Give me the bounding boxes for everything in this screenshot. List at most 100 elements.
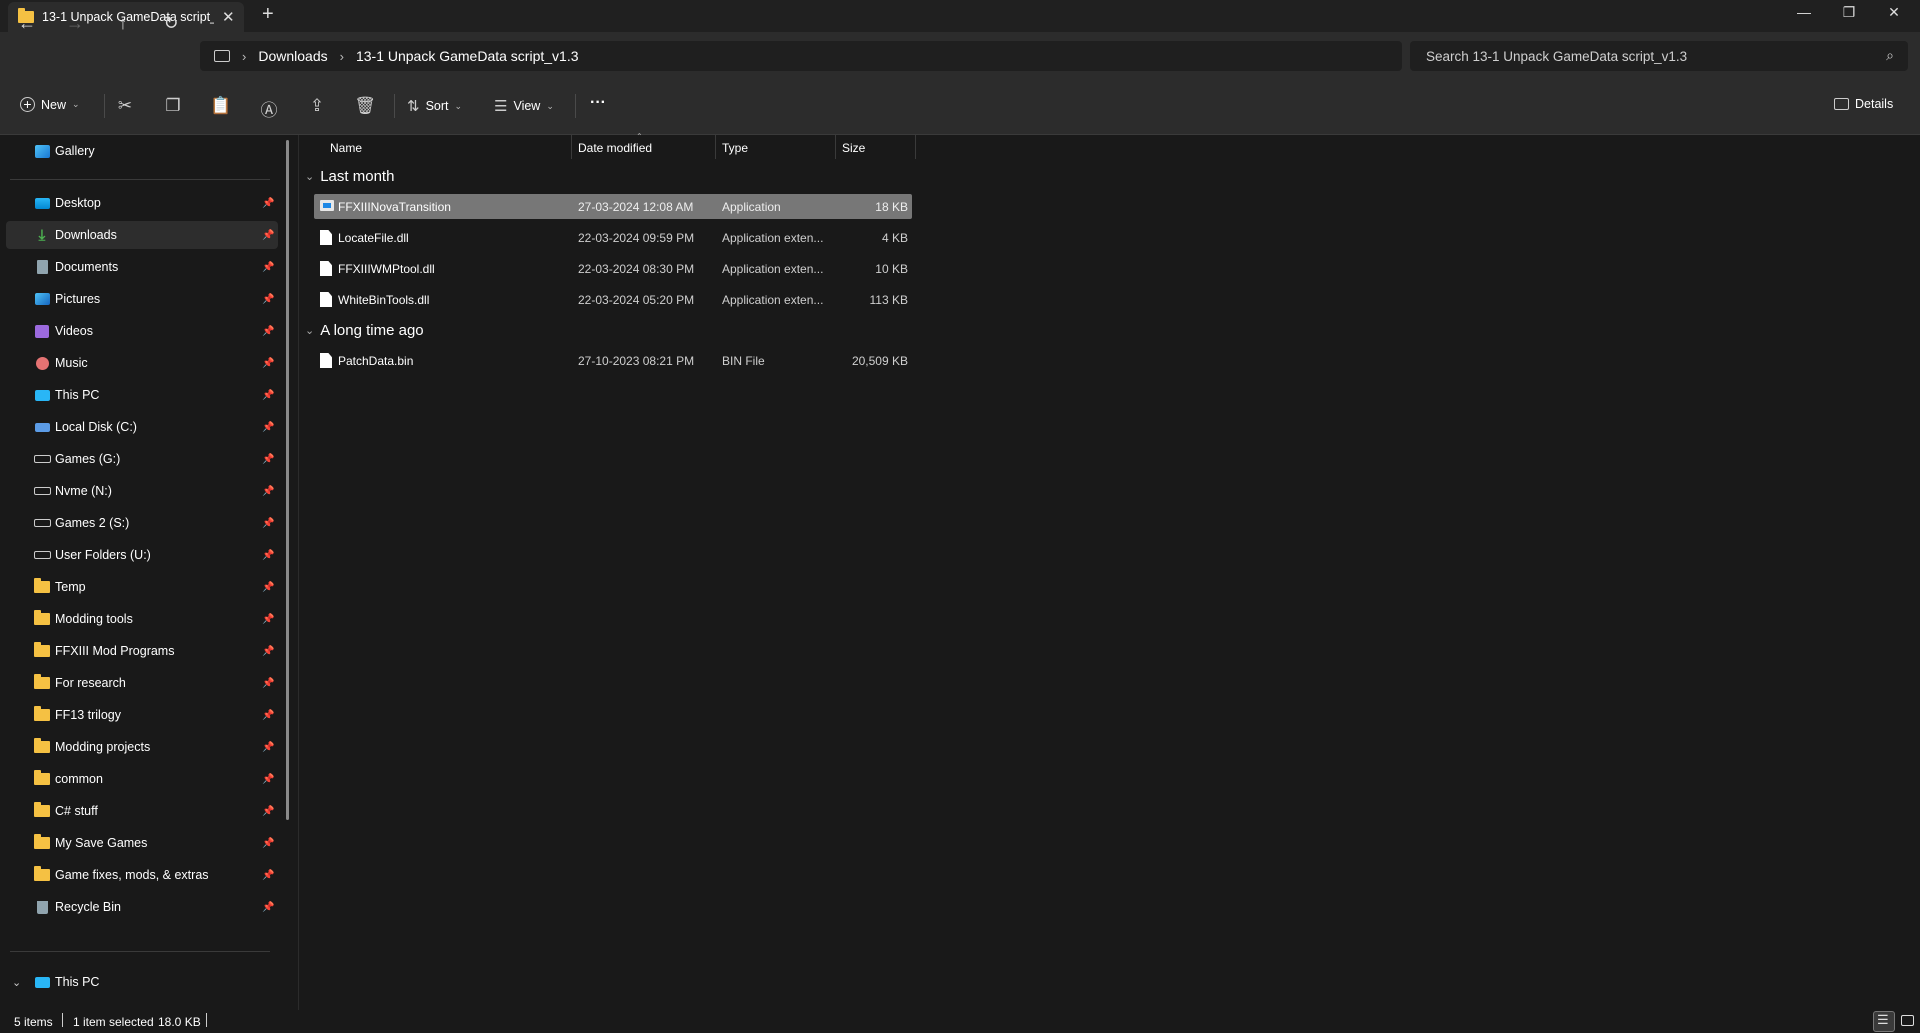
pin-icon[interactable]: 📌 xyxy=(262,902,274,913)
pin-icon[interactable]: 📌 xyxy=(262,550,274,561)
pin-icon[interactable]: 📌 xyxy=(262,422,274,433)
column-header-type[interactable]: Type xyxy=(722,141,748,155)
up-arrow-icon[interactable]: ↑ xyxy=(111,13,135,34)
forward-arrow-icon[interactable]: → xyxy=(63,13,87,34)
sidebar-item-documents[interactable]: Documents 📌 xyxy=(6,253,278,281)
sidebar-item-videos[interactable]: Videos 📌 xyxy=(6,317,278,345)
sidebar-item-pictures[interactable]: Pictures 📌 xyxy=(6,285,278,313)
sidebar-item-ff13-trilogy[interactable]: FF13 trilogy 📌 xyxy=(6,701,278,729)
sidebar-item-common[interactable]: common 📌 xyxy=(6,765,278,793)
pin-icon[interactable]: 📌 xyxy=(262,838,274,849)
search-input[interactable] xyxy=(1424,47,1868,65)
sidebar-item-this-pc-tree[interactable]: ⌄ This PC xyxy=(6,968,278,996)
pin-icon[interactable]: 📌 xyxy=(262,806,274,817)
file-size: 4 KB xyxy=(881,231,908,245)
column-divider[interactable] xyxy=(571,135,572,159)
share-icon[interactable]: ⇪ xyxy=(305,96,329,116)
sidebar-item-nvme-n[interactable]: Nvme (N:) 📌 xyxy=(6,477,278,505)
pin-icon[interactable]: 📌 xyxy=(262,582,274,593)
copy-icon[interactable]: ❐ xyxy=(161,96,185,116)
file-row[interactable]: PatchData.bin 27-10-2023 08:21 PM BIN File… xyxy=(314,348,912,373)
file-row[interactable]: FFXIIINovaTransition 27-03-2024 12:08 AM A… xyxy=(314,194,912,219)
file-row[interactable]: LocateFile.dll 22-03-2024 09:59 PM Applica… xyxy=(314,225,912,250)
column-divider[interactable] xyxy=(715,135,716,159)
group-header[interactable]: ⌄ A long time ago xyxy=(305,322,424,339)
close-window-button[interactable]: ✕ xyxy=(1879,4,1909,21)
search-box[interactable]: ⌕ xyxy=(1410,41,1908,71)
cut-icon[interactable]: ✂ xyxy=(113,96,137,116)
close-tab-icon[interactable]: ✕ xyxy=(222,8,235,26)
chevron-down-icon[interactable]: ⌄ xyxy=(12,976,21,989)
sidebar-item-for-research[interactable]: For research 📌 xyxy=(6,669,278,697)
delete-icon[interactable]: 🗑 xyxy=(353,96,377,116)
pin-icon[interactable]: 📌 xyxy=(262,774,274,785)
sidebar-item-user-folders-u[interactable]: User Folders (U:) 📌 xyxy=(6,541,278,569)
details-view-button[interactable]: ☰ xyxy=(1873,1011,1895,1032)
pin-icon[interactable]: 📌 xyxy=(262,358,274,369)
rename-icon[interactable]: Ⓐ xyxy=(257,96,281,121)
address-bar[interactable]: › Downloads › 13-1 Unpack GameData scrip… xyxy=(200,41,1402,71)
pin-icon[interactable]: 📌 xyxy=(262,326,274,337)
sidebar-item-c-stuff[interactable]: C# stuff 📌 xyxy=(6,797,278,825)
column-header-size[interactable]: Size xyxy=(842,141,865,155)
breadcrumb-current-folder[interactable]: 13-1 Unpack GameData script_v1.3 xyxy=(356,48,579,64)
file-size: 10 KB xyxy=(875,262,908,276)
pin-icon[interactable]: 📌 xyxy=(262,870,274,881)
breadcrumb-downloads[interactable]: Downloads xyxy=(258,48,327,64)
pin-icon[interactable]: 📌 xyxy=(262,646,274,657)
file-row[interactable]: WhiteBinTools.dll 22-03-2024 05:20 PM Appl… xyxy=(314,287,912,312)
pin-icon[interactable]: 📌 xyxy=(262,390,274,401)
column-divider[interactable] xyxy=(915,135,916,159)
search-icon[interactable]: ⌕ xyxy=(1886,47,1894,64)
chevron-right-icon[interactable]: › xyxy=(242,49,246,64)
sidebar-item-recycle-bin[interactable]: Recycle Bin 📌 xyxy=(6,893,278,921)
sidebar-item-games-2-s[interactable]: Games 2 (S:) 📌 xyxy=(6,509,278,537)
restore-button[interactable]: ❐ xyxy=(1834,4,1864,21)
refresh-icon[interactable]: ↻ xyxy=(159,13,183,34)
sidebar-item-desktop[interactable]: Desktop 📌 xyxy=(6,189,278,217)
group-header[interactable]: ⌄ Last month xyxy=(305,168,394,185)
chevron-down-icon[interactable]: ⌄ xyxy=(305,324,314,337)
pin-icon[interactable]: 📌 xyxy=(262,678,274,689)
back-arrow-icon[interactable]: ← xyxy=(15,13,39,34)
pin-icon[interactable]: 📌 xyxy=(262,198,274,209)
sidebar-item-games-g[interactable]: Games (G:) 📌 xyxy=(6,445,278,473)
pc-icon[interactable] xyxy=(214,50,230,62)
view-button[interactable]: ☰ View ⌄ xyxy=(494,97,554,115)
chevron-down-icon[interactable]: ⌄ xyxy=(305,170,314,183)
pin-icon[interactable]: 📌 xyxy=(262,742,274,753)
tiles-view-button[interactable] xyxy=(1897,1011,1917,1030)
sidebar-item-local-disk-c[interactable]: Local Disk (C:) 📌 xyxy=(6,413,278,441)
minimize-button[interactable]: — xyxy=(1789,4,1819,20)
column-header-name[interactable]: Name xyxy=(330,141,362,155)
pin-icon[interactable]: 📌 xyxy=(262,230,274,241)
sidebar-item-temp[interactable]: Temp 📌 xyxy=(6,573,278,601)
sidebar-item-modding-tools[interactable]: Modding tools 📌 xyxy=(6,605,278,633)
pin-icon[interactable]: 📌 xyxy=(262,614,274,625)
file-row[interactable]: FFXIIIWMPtool.dll 22-03-2024 08:30 PM Appl… xyxy=(314,256,912,281)
new-tab-button[interactable]: + xyxy=(262,3,274,26)
chevron-right-icon[interactable]: › xyxy=(340,49,344,64)
sidebar-item-game-fixes-mods-extras[interactable]: Game fixes, mods, & extras 📌 xyxy=(6,861,278,889)
sidebar-item-downloads[interactable]: ⤓ Downloads 📌 xyxy=(6,221,278,249)
pin-icon[interactable]: 📌 xyxy=(262,486,274,497)
pin-icon[interactable]: 📌 xyxy=(262,294,274,305)
pin-icon[interactable]: 📌 xyxy=(262,518,274,529)
pin-icon[interactable]: 📌 xyxy=(262,262,274,273)
more-options-button[interactable]: ··· xyxy=(590,94,606,112)
sidebar-item-ffxiii-mod-programs[interactable]: FFXIII Mod Programs 📌 xyxy=(6,637,278,665)
column-header-date[interactable]: Date modified xyxy=(578,141,652,155)
pin-icon[interactable]: 📌 xyxy=(262,710,274,721)
sidebar-item-my-save-games[interactable]: My Save Games 📌 xyxy=(6,829,278,857)
paste-icon[interactable]: 📋 xyxy=(209,96,233,116)
sidebar-item-music[interactable]: Music 📌 xyxy=(6,349,278,377)
sidebar-scrollbar[interactable] xyxy=(286,140,289,820)
new-button[interactable]: + New ⌄ xyxy=(20,97,80,112)
pin-icon[interactable]: 📌 xyxy=(262,454,274,465)
sidebar-item-modding-projects[interactable]: Modding projects 📌 xyxy=(6,733,278,761)
sidebar-item-this-pc[interactable]: This PC 📌 xyxy=(6,381,278,409)
details-button[interactable]: Details xyxy=(1834,97,1893,111)
column-divider[interactable] xyxy=(835,135,836,159)
sort-button[interactable]: ⇅ Sort ⌄ xyxy=(407,97,462,115)
sidebar-item-gallery[interactable]: Gallery xyxy=(6,137,278,165)
